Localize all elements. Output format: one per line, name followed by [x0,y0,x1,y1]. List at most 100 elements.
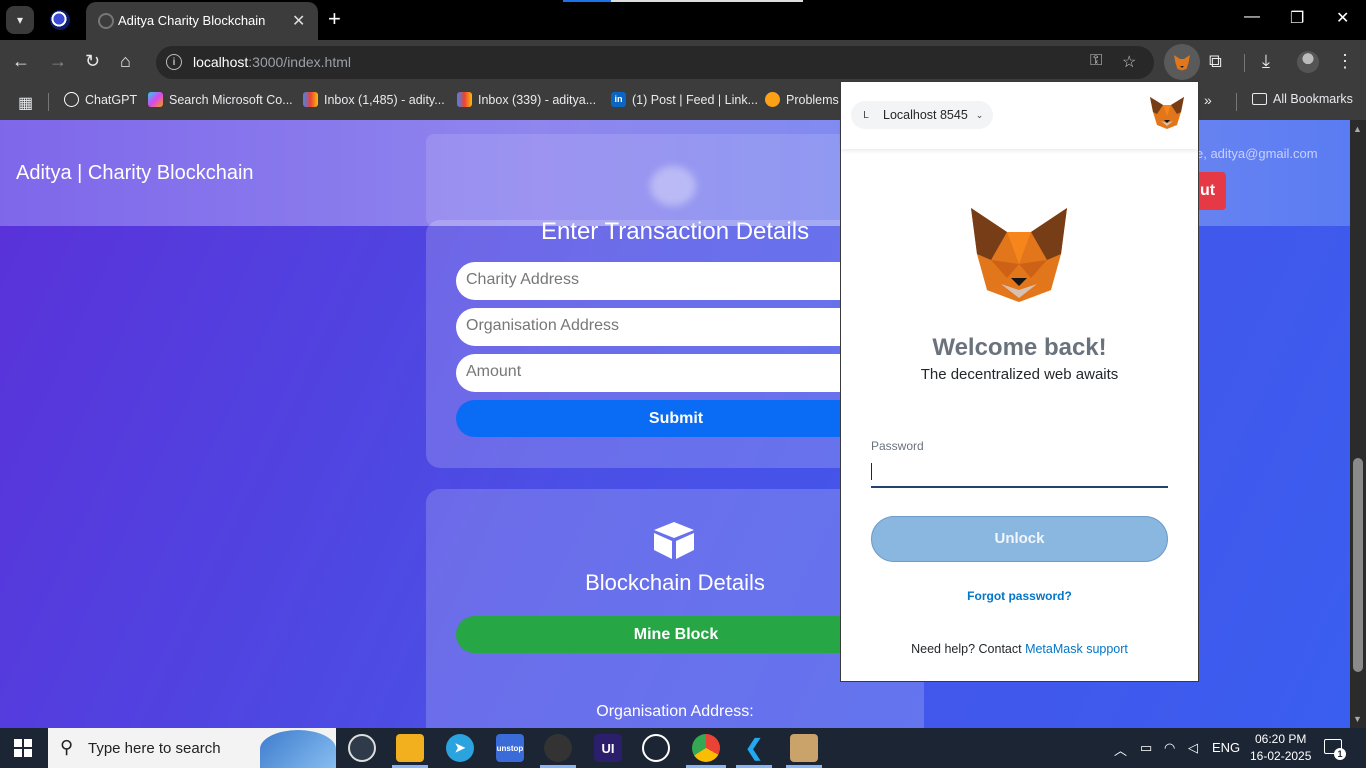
address-url[interactable]: localhost:3000/index.html [193,54,351,70]
taskbar-search-box[interactable]: ⚲ Type here to search [48,728,336,768]
wifi-icon[interactable]: ◠ [1164,740,1175,756]
download-icon[interactable]: ⤓ [1262,51,1270,72]
kebab-menu-icon[interactable]: ⋮ [1336,51,1354,72]
password-key-icon[interactable]: ⚿ [1090,52,1102,70]
bookmarks-divider [48,93,49,111]
back-icon[interactable]: ← [12,51,30,72]
copilot-icon [148,92,163,107]
bookmark-microsoft-copilot[interactable]: Search Microsoft Co... [148,92,293,107]
chevron-down-icon: ▾ [16,13,24,27]
bookmark-gmail-1[interactable]: Inbox (1,485) - adity... [303,92,445,107]
unstop-icon[interactable]: unstop [496,734,524,762]
site-info-icon[interactable]: i [166,54,182,70]
ui-app-icon[interactable]: UI [594,734,622,762]
chevron-down-icon: ⌄ [975,109,984,120]
submit-button[interactable]: Submit [456,400,896,437]
scrollbar-thumb[interactable] [1353,458,1363,672]
metamask-support-link[interactable]: MetaMask support [1025,642,1128,656]
search-icon: ⚲ [60,737,74,757]
metamask-popup: L Localhost 8545 ⌄ Welcome back! The dec… [840,81,1199,682]
show-hidden-icons-icon[interactable]: ︿ [1114,740,1127,759]
forgot-password-link[interactable]: Forgot password? [841,589,1198,603]
home-icon[interactable]: ⌂ [120,51,131,72]
organisation-address-label: Organisation Address: [596,703,754,720]
bookmark-star-icon[interactable]: ☆ [1122,52,1136,72]
battery-icon[interactable]: ▭ [1140,740,1152,756]
network-avatar: L [857,106,875,124]
password-label: Password [871,439,924,453]
telegram-icon[interactable]: ➤ [446,734,474,762]
volume-icon[interactable]: ◁ [1188,740,1198,756]
metamask-fox-icon [1150,97,1184,129]
amount-input[interactable]: Amount [456,354,896,392]
unlock-button[interactable]: Unlock [871,516,1168,562]
virtualbox-icon[interactable] [790,734,818,762]
metamask-header: L Localhost 8545 ⌄ [841,82,1198,149]
welcome-heading: Welcome back! [932,334,1107,361]
tab-active[interactable]: Aditya Charity Blockchain ✕ [86,2,318,40]
welcome-subtitle: The decentralized web awaits [920,366,1119,383]
new-tab-button[interactable]: + [328,6,341,32]
address-toolbar: ← → ↻ ⌂ i localhost:3000/index.html ⚿ ☆ … [0,40,1366,84]
more-bookmarks-icon[interactable]: » [1204,92,1212,108]
forward-icon[interactable]: → [49,51,67,72]
page-scrollbar[interactable]: ▲ ▼ [1350,120,1366,728]
windows-taskbar: ⚲ Type here to search ➤ unstop UI ❮ ︿ ▭ … [0,728,1366,768]
password-input[interactable] [871,458,1168,488]
github-desktop-icon[interactable] [544,734,572,762]
loading-stripe [563,0,803,2]
header-glow [426,134,846,226]
taskbar-clock[interactable]: 06:20 PM 16-02-2025 [1250,731,1311,765]
bookmark-gmail-2[interactable]: Inbox (339) - aditya... [457,92,596,107]
restore-icon[interactable]: ❐ [1290,8,1304,28]
gmail-icon [457,92,472,107]
profile-avatar[interactable] [1297,51,1319,73]
tab-title: Aditya Charity Blockchain [118,13,266,28]
chatgpt-icon [64,92,79,107]
bookmark-problems[interactable]: Problems [765,92,839,107]
language-indicator[interactable]: ENG [1212,740,1240,755]
vscode-icon[interactable]: ❮ [740,734,768,762]
site-title: Aditya | Charity Blockchain [16,162,254,184]
charity-address-input[interactable]: Charity Address [456,262,896,300]
scroll-down-icon[interactable]: ▼ [1353,714,1362,724]
cube-icon [654,522,694,559]
bookmarks-divider [1236,93,1237,111]
globe-icon [98,13,114,29]
leetcode-icon [765,92,780,107]
tab-search-button[interactable]: ▾ [6,6,34,34]
chatgpt-icon[interactable] [642,734,670,762]
help-text: Need help? Contact MetaMask support [911,642,1128,656]
network-name: Localhost 8545 [883,108,968,122]
network-selector[interactable]: L Localhost 8545 ⌄ [851,101,994,129]
organisation-address-input[interactable]: Organisation Address [456,308,896,346]
browser-tab-bar: ▾ Aditya Charity Blockchain ✕ + — ❐ ✕ [0,0,1366,40]
file-explorer-icon[interactable] [396,734,424,762]
tab-inactive[interactable] [50,10,70,30]
all-bookmarks-button[interactable]: All Bookmarks [1252,92,1353,106]
close-icon[interactable]: ✕ [292,11,305,31]
gmail-icon [303,92,318,107]
toolbar-divider [1244,54,1245,72]
windows-start-icon[interactable] [14,739,32,757]
text-caret [871,463,872,480]
scroll-up-icon[interactable]: ▲ [1353,124,1362,134]
bookmark-linkedin[interactable]: in (1) Post | Feed | Link... [611,92,758,107]
address-bar[interactable]: i localhost:3000/index.html ⚿ ☆ [156,46,1154,79]
clock-app-icon[interactable] [348,734,376,762]
metamask-extension-icon[interactable] [1164,44,1200,80]
mine-block-button[interactable]: Mine Block [456,616,896,653]
chrome-icon[interactable] [692,734,720,762]
bookmark-chatgpt[interactable]: ChatGPT [64,92,137,107]
window-close-icon[interactable]: ✕ [1336,8,1349,28]
user-email-text: e, aditya@gmail.com [1196,146,1318,161]
apps-grid-icon[interactable]: ▦ [18,93,33,113]
reload-icon[interactable]: ↻ [85,51,100,72]
extensions-puzzle-icon[interactable]: ⧉ [1209,51,1222,72]
notification-badge: 1 [1334,748,1346,760]
header-decoration [650,166,696,206]
folder-icon [1252,93,1267,105]
taskbar-search-placeholder: Type here to search [88,740,221,757]
minimize-icon[interactable]: — [1244,8,1260,26]
metamask-fox-logo [971,208,1067,302]
